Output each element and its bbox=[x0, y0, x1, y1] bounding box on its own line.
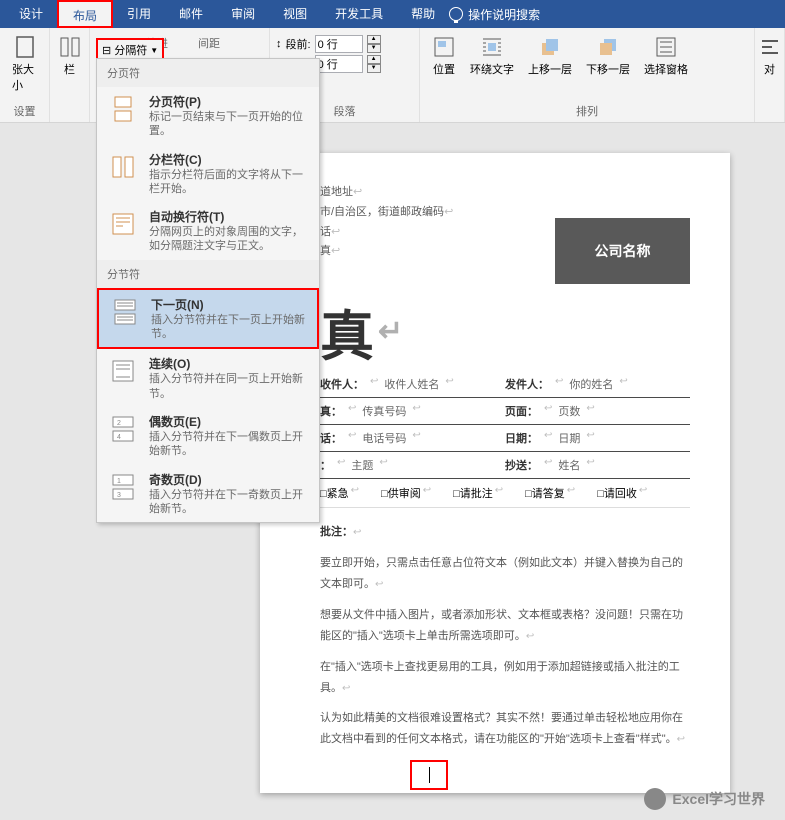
tab-mailings[interactable]: 邮件 bbox=[165, 0, 217, 28]
date-value: 日期 bbox=[558, 430, 580, 446]
bulb-icon bbox=[449, 7, 463, 21]
selection-icon bbox=[654, 35, 678, 59]
spin-down[interactable]: ▼ bbox=[367, 44, 381, 53]
menu-odd-page[interactable]: 13 奇数页(D)插入分节符并在下一奇数页上开始新节。 bbox=[97, 465, 319, 523]
page-size-icon bbox=[13, 35, 37, 59]
cc-label: 抄送： bbox=[505, 457, 538, 473]
spacing-before-input[interactable] bbox=[315, 35, 363, 53]
bring-forward-button[interactable]: 上移一层 bbox=[522, 31, 578, 81]
tab-design[interactable]: 设计 bbox=[5, 0, 57, 28]
phone-value: 电话号码 bbox=[362, 430, 406, 446]
to-label: 收件人： bbox=[320, 376, 364, 392]
tell-me-label: 操作说明搜索 bbox=[468, 6, 540, 23]
page-break-icon bbox=[107, 93, 139, 125]
tab-layout[interactable]: 布局 bbox=[57, 0, 113, 28]
odd-page-icon: 13 bbox=[107, 471, 139, 503]
menu-next-page[interactable]: 下一页(N)插入分节符并在下一页上开始新节。 bbox=[97, 288, 319, 350]
from-label: 发件人： bbox=[505, 376, 549, 392]
align-icon bbox=[758, 35, 782, 59]
menu-text-wrap-break[interactable]: 自动换行符(T)分隔网页上的对象周围的文字，如分隔题注文字与正文。 bbox=[97, 202, 319, 260]
re-value: 主题 bbox=[351, 457, 373, 473]
wechat-icon bbox=[644, 788, 666, 810]
tell-me-search[interactable]: 操作说明搜索 bbox=[449, 6, 540, 23]
menu-even-page[interactable]: 24 偶数页(E)插入分节符并在下一偶数页上开始新节。 bbox=[97, 407, 319, 465]
menu-page-break[interactable]: 分页符(P)标记一页结束与下一页开始的位置。 bbox=[97, 87, 319, 145]
group-label-arrange: 排列 bbox=[426, 103, 748, 119]
page[interactable]: 道地址↩ 市/自治区，街道邮政编码↩ 话↩ 真↩ 公司名称 真↵ 收件人：↩收件… bbox=[260, 153, 730, 793]
svg-text:1: 1 bbox=[117, 478, 121, 485]
before-label: 段前: bbox=[286, 36, 311, 52]
column-break-icon bbox=[107, 151, 139, 183]
menu-column-break[interactable]: 分栏符(C)指示分栏符后面的文字将从下一栏开始。 bbox=[97, 145, 319, 203]
pages-label: 页面： bbox=[505, 403, 538, 419]
spacing-label: 间距 bbox=[198, 35, 220, 51]
page-size-button[interactable]: 张大小 bbox=[6, 31, 43, 97]
checkbox-row: □紧急↩ □供审阅↩ □请批注↩ □请答复↩ □请回收↩ bbox=[320, 479, 690, 508]
send-backward-button[interactable]: 下移一层 bbox=[580, 31, 636, 81]
forward-icon bbox=[538, 35, 562, 59]
spin-up[interactable]: ▲ bbox=[367, 35, 381, 44]
re-label: ： bbox=[320, 457, 331, 473]
next-page-icon bbox=[109, 296, 141, 328]
menu-header-page: 分页符 bbox=[97, 59, 319, 87]
spin-up[interactable]: ▲ bbox=[367, 55, 381, 64]
tab-help[interactable]: 帮助 bbox=[397, 0, 449, 28]
breaks-menu: 分页符 分页符(P)标记一页结束与下一页开始的位置。 分栏符(C)指示分栏符后面… bbox=[96, 58, 320, 523]
svg-text:4: 4 bbox=[117, 434, 121, 441]
svg-text:3: 3 bbox=[117, 492, 121, 499]
position-button[interactable]: 位置 bbox=[426, 31, 462, 81]
tab-developer[interactable]: 开发工具 bbox=[321, 0, 397, 28]
columns-icon bbox=[58, 35, 82, 59]
spin-down[interactable]: ▼ bbox=[367, 64, 381, 73]
backward-icon bbox=[596, 35, 620, 59]
columns-button[interactable]: 栏 bbox=[56, 31, 83, 81]
ribbon-tabs: 设计 布局 引用 邮件 审阅 视图 开发工具 帮助 操作说明搜索 bbox=[0, 0, 785, 28]
notes-section: 批注：↩ 要立即开始，只需点击任意占位符文本（例如此文本）并键入替换为自己的文本… bbox=[320, 522, 690, 750]
group-label-setup: 设置 bbox=[6, 103, 43, 119]
chevron-down-icon: ▼ bbox=[150, 46, 158, 55]
continuous-icon bbox=[107, 355, 139, 387]
wrap-break-icon bbox=[107, 208, 139, 240]
spacing-after-input[interactable] bbox=[315, 55, 363, 73]
tab-view[interactable]: 视图 bbox=[269, 0, 321, 28]
text-cursor bbox=[429, 767, 430, 783]
fax-title: 真↵ bbox=[320, 292, 690, 371]
wrap-icon bbox=[480, 35, 504, 59]
from-value: 你的姓名 bbox=[569, 376, 613, 392]
date-label: 日期： bbox=[505, 430, 538, 446]
tab-references[interactable]: 引用 bbox=[113, 0, 165, 28]
wrap-button[interactable]: 环绕文字 bbox=[464, 31, 520, 81]
menu-continuous[interactable]: 连续(O)插入分节符并在同一页上开始新节。 bbox=[97, 349, 319, 407]
position-icon bbox=[432, 35, 456, 59]
cc-value: 姓名 bbox=[558, 457, 580, 473]
watermark: Excel学习世界 bbox=[644, 788, 765, 810]
svg-text:2: 2 bbox=[117, 420, 121, 427]
selection-pane-button[interactable]: 选择窗格 bbox=[638, 31, 694, 81]
align-button[interactable]: 对 bbox=[761, 31, 778, 81]
menu-header-section: 分节符 bbox=[97, 260, 319, 288]
faxnum-value: 传真号码 bbox=[362, 403, 406, 419]
tab-review[interactable]: 审阅 bbox=[217, 0, 269, 28]
faxnum-label: 真： bbox=[320, 403, 342, 419]
company-name-box: 公司名称 bbox=[555, 218, 690, 284]
cursor-highlight bbox=[410, 760, 448, 790]
even-page-icon: 24 bbox=[107, 413, 139, 445]
to-value: 收件人姓名 bbox=[384, 376, 439, 392]
phone-label: 话： bbox=[320, 430, 342, 446]
pages-value: 页数 bbox=[558, 403, 580, 419]
